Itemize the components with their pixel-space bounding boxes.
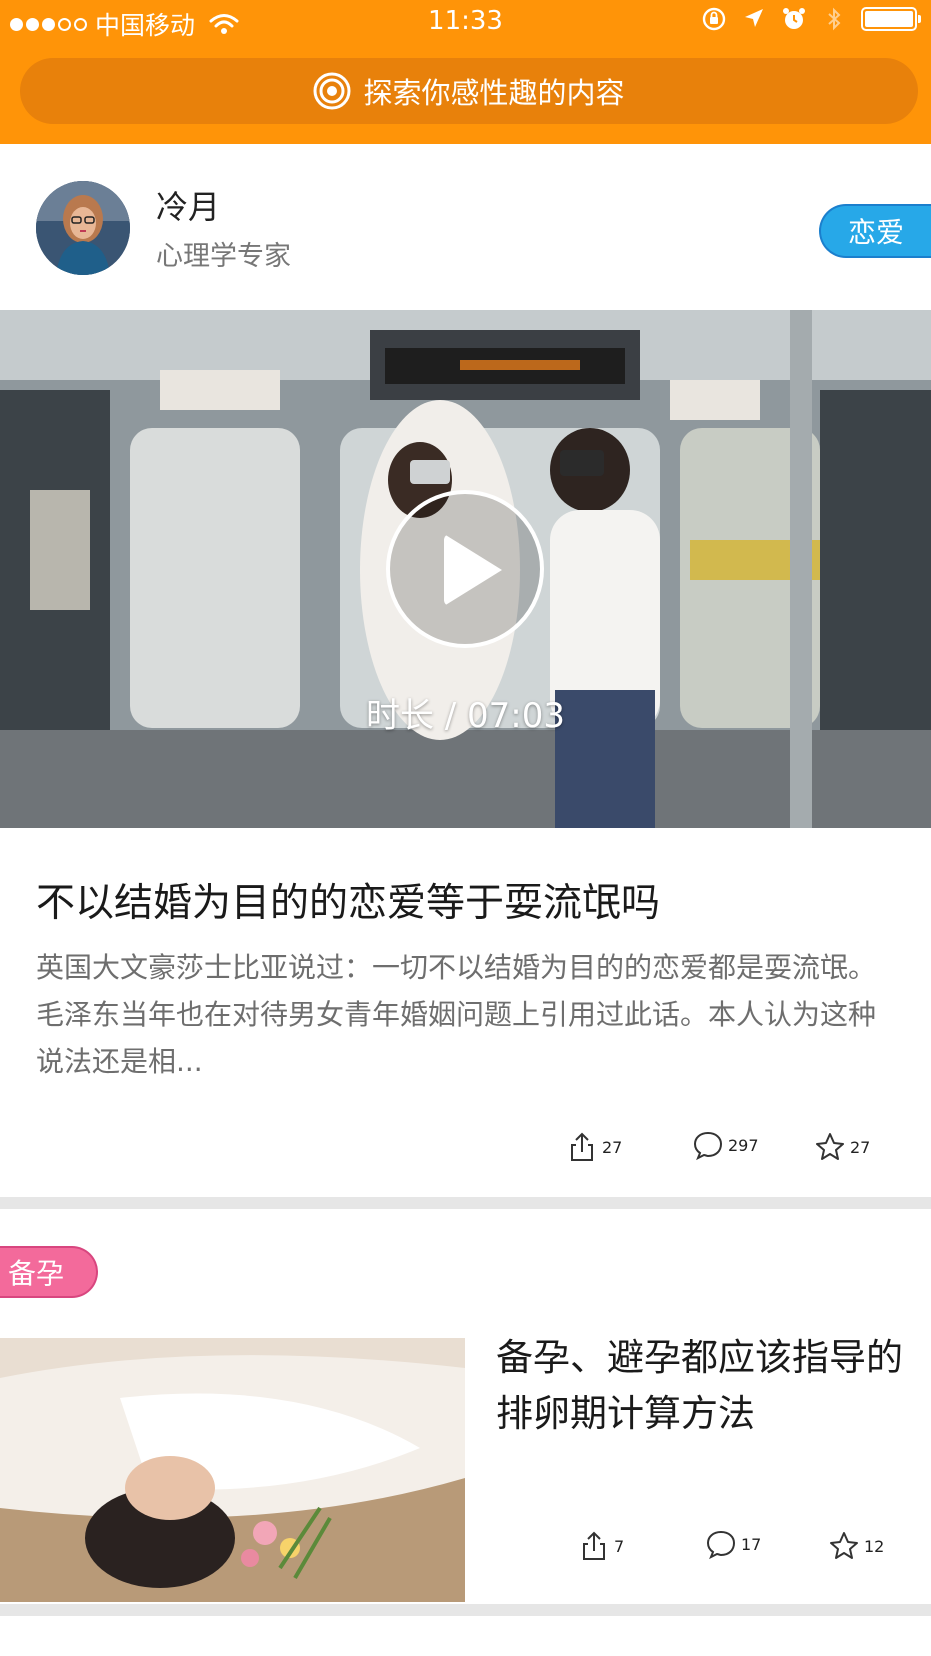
favorite-button[interactable]: 12 <box>828 1530 884 1562</box>
author-row[interactable]: 冷月 心理学专家 恋爱 <box>0 144 931 310</box>
status-bar: 中国移动 11:33 <box>0 0 931 44</box>
comment-icon <box>706 1530 736 1560</box>
bluetooth-icon <box>828 7 841 31</box>
comment-count: 297 <box>728 1135 759 1155</box>
card-divider <box>0 1604 931 1616</box>
category-tag-pregnancy[interactable]: 备孕 <box>0 1246 98 1298</box>
comment-button[interactable]: 297 <box>692 1129 759 1161</box>
favorite-count: 27 <box>850 1137 871 1157</box>
comment-icon <box>693 1131 723 1161</box>
post-excerpt: 英国大文豪莎士比亚说过：一切不以结婚为目的的恋爱都是耍流氓。 毛泽东当年也在对待… <box>36 951 877 1078</box>
play-icon <box>444 534 502 606</box>
top-bar: 中国移动 11:33 探索你感性趣的内容 <box>0 0 931 144</box>
video-duration: 时长 / 07:03 <box>365 696 566 736</box>
favorite-count: 12 <box>864 1536 885 1556</box>
star-icon <box>816 1133 844 1160</box>
share-button[interactable]: 7 <box>578 1530 624 1562</box>
rotation-lock-icon <box>702 7 726 31</box>
post-cover-image <box>0 1338 465 1602</box>
comment-count: 17 <box>741 1534 762 1554</box>
explore-search-bar[interactable]: 探索你感性趣的内容 <box>20 58 918 124</box>
card-divider <box>0 1197 931 1209</box>
author-title: 心理学专家 <box>156 241 291 272</box>
comment-button[interactable]: 17 <box>705 1528 761 1560</box>
location-arrow-icon <box>745 9 763 27</box>
target-icon <box>313 72 351 110</box>
post-thumbnail[interactable] <box>0 1338 465 1602</box>
author-name[interactable]: 冷月 <box>156 182 220 228</box>
star-icon <box>830 1532 858 1559</box>
explore-label: 探索你感性趣的内容 <box>363 76 625 110</box>
share-icon <box>583 1531 605 1560</box>
category-tag-love[interactable]: 恋爱 <box>819 204 931 258</box>
share-icon <box>571 1132 593 1161</box>
post-title[interactable]: 备孕、避孕都应该指导的排卵期计算方法 <box>496 1330 906 1442</box>
favorite-button[interactable]: 27 <box>814 1131 870 1163</box>
avatar[interactable] <box>36 181 130 275</box>
play-button[interactable] <box>386 490 544 648</box>
alarm-icon <box>783 8 805 29</box>
share-count: 27 <box>602 1137 623 1157</box>
battery-icon <box>861 7 921 31</box>
share-count: 7 <box>614 1536 625 1556</box>
share-button[interactable]: 27 <box>566 1131 622 1163</box>
post-title[interactable]: 不以结婚为目的的恋爱等于耍流氓吗 <box>36 872 660 928</box>
